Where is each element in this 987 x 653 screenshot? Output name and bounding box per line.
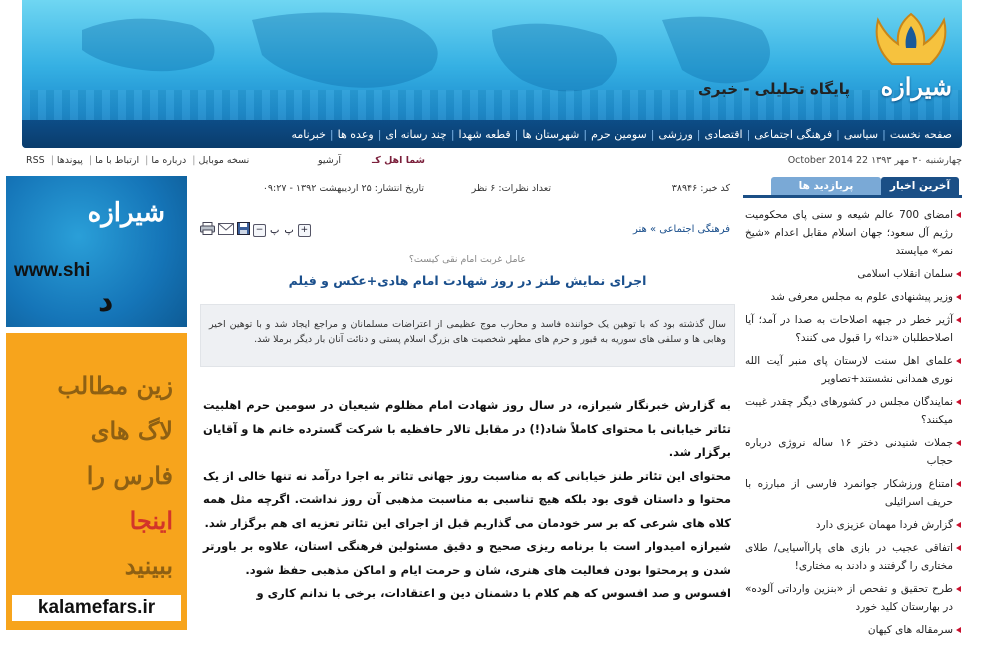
news-item[interactable]: علمای اهل سنت لارستان پای منبر آیت الله …	[743, 352, 962, 388]
news-item[interactable]: طرح تحقیق و تفحص از «بنزین وارداتی آلوده…	[743, 580, 962, 616]
news-item[interactable]: گزارش فردا مهمان عزیزی دارد	[743, 516, 962, 534]
main-nav: صفحه نخست | سیاسی | فرهنگی اجتماعی | اقتصاد…	[22, 120, 962, 148]
article-subtitle: عامل غربت امام نقی کیست؟	[408, 254, 527, 265]
nav-economy[interactable]: اقتصادی	[705, 128, 743, 141]
article-paragraph: به گزارش خبرنگار شیرازه، در سال روز شهاد…	[203, 398, 731, 459]
mobile-version-link[interactable]: نسخه موبایل	[199, 155, 250, 166]
breadcrumb[interactable]: فرهنگی اجتماعی » هنر	[633, 224, 730, 235]
latest-news-list: امضای 700 عالم شیعه و سنی پای محکومیت رژ…	[743, 206, 962, 644]
news-item[interactable]: آژیر خطر در جبهه اصلاحات به صدا در آمد؛ …	[743, 311, 962, 347]
article: کد خبر: ۳۸۹۴۶ تعداد نظرات: ۶ نظر تاریخ ا…	[200, 176, 735, 653]
article-paragraph: شیرازه امیدوار است با برنامه ریزی صحیح و…	[203, 539, 731, 577]
article-tools: − پ پ +	[200, 222, 311, 238]
nav-multimedia[interactable]: چند رسانه ای	[385, 128, 446, 141]
top-strip: چهارشنبه ۳۰ مهر ۱۳۹۳ 22 October 2014 شما…	[22, 152, 962, 172]
comment-count[interactable]: تعداد نظرات: ۶ نظر	[472, 183, 551, 194]
current-date: چهارشنبه ۳۰ مهر ۱۳۹۳ 22 October 2014	[787, 155, 962, 166]
ad2-line: فارس را	[86, 461, 173, 490]
nav-martyrs[interactable]: قطعه شهدا	[459, 128, 511, 141]
article-title: اجرای نمایش طنز در روز شهادت امام هادی+ع…	[288, 273, 647, 288]
font-label: پ	[284, 224, 294, 236]
ad2-line: زین مطالب	[57, 371, 173, 400]
email-icon[interactable]	[218, 222, 234, 238]
news-item[interactable]: وزیر پیشنهادی علوم به مجلس معرفی شد	[743, 288, 962, 306]
ad2-url: kalamefars.ir	[12, 595, 181, 621]
nav-promises[interactable]: وعده ها	[338, 128, 374, 141]
print-icon[interactable]	[200, 222, 215, 238]
ad2-line: لاگ های	[90, 416, 173, 445]
article-paragraph: افسوس و صد افسوس که هم کلام با دشمنان دی…	[256, 586, 731, 600]
nav-newsletter[interactable]: خبرنامه	[292, 128, 326, 141]
nav-home[interactable]: صفحه نخست	[890, 128, 952, 141]
links-link[interactable]: پیوندها	[57, 155, 83, 166]
utility-links: نسخه موبایل| درباره ما| ارتباط با ما| پی…	[26, 155, 250, 166]
news-item[interactable]: اتفاقی عجیب در بازی های پاراآسیایی/ طلای…	[743, 539, 962, 575]
nav-cities[interactable]: شهرستان ها	[522, 128, 579, 141]
news-item[interactable]: سلمان انقلاب اسلامی	[743, 265, 962, 283]
news-item[interactable]: نمایندگان مجلس در کشورهای دیگر چقدر غیبت…	[743, 393, 962, 429]
ad1-url: www.shi	[14, 260, 91, 281]
font-decrease-button[interactable]: −	[253, 223, 266, 237]
tab-underline	[743, 195, 962, 198]
banner-ad-shirazeh[interactable]: شیرازه www.shi د	[6, 176, 187, 327]
about-link[interactable]: درباره ما	[151, 155, 186, 166]
ad1-title: شیرازه	[87, 198, 165, 228]
nav-culture[interactable]: فرهنگی اجتماعی	[754, 128, 832, 141]
site-tagline: پایگاه تحلیلی - خبری	[698, 80, 850, 98]
site-header: شیرازه پایگاه تحلیلی - خبری صفحه نخست | س…	[22, 0, 962, 148]
article-paragraph: محتوای این تئاتر طنز خیابانی که به مناسب…	[203, 468, 731, 530]
banner-ad-kalamefars[interactable]: زین مطالب لاگ های فارس را اینجا ببینید k…	[6, 333, 187, 630]
news-code: کد خبر: ۳۸۹۴۶	[671, 183, 730, 194]
archive-link[interactable]: آرشیو	[318, 155, 341, 166]
ahl-link[interactable]: شما اهل کـ	[372, 155, 425, 166]
save-icon[interactable]	[237, 222, 250, 238]
logo-text[interactable]: شیرازه	[881, 72, 952, 101]
ad2-line-highlight: اینجا	[129, 506, 173, 535]
contact-link[interactable]: ارتباط با ما	[95, 155, 139, 166]
news-item[interactable]: امضای 700 عالم شیعه و سنی پای محکومیت رژ…	[743, 206, 962, 260]
ad2-text: زین مطالب لاگ های فارس را اینجا ببینید	[57, 363, 173, 588]
article-body: به گزارش خبرنگار شیرازه، در سال روز شهاد…	[203, 394, 731, 606]
article-lead: سال گذشته بود که با توهین یک خواننده فاس…	[200, 304, 735, 367]
rss-link[interactable]: RSS	[26, 155, 45, 166]
sidebar-tabs: آخرین اخبار پربازدید ها	[771, 177, 959, 195]
news-sidebar: آخرین اخبار پربازدید ها امضای 700 عالم ش…	[743, 176, 962, 653]
ad2-line: ببینید	[124, 551, 173, 580]
font-label: پ	[270, 224, 280, 236]
font-increase-button[interactable]: +	[297, 223, 311, 237]
tab-most-viewed[interactable]: پربازدید ها	[771, 177, 881, 195]
news-item[interactable]: سرمقاله های کیهان	[743, 621, 962, 639]
news-item[interactable]: امتناع ورزشکار جوانمرد فارسی از مبارزه ب…	[743, 475, 962, 511]
nav-sports[interactable]: ورزشی	[658, 128, 692, 141]
news-item[interactable]: جملات شنیدنی دختر ۱۶ ساله نروژی درباره ح…	[743, 434, 962, 470]
nav-third-shrine[interactable]: سومین حرم	[591, 128, 647, 141]
tab-latest-news[interactable]: آخرین اخبار	[881, 177, 959, 195]
nav-politics[interactable]: سیاسی	[844, 128, 878, 141]
publish-date: تاریخ انتشار: ۲۵ اردیبهشت ۱۳۹۲ - ۰۹:۲۷	[262, 183, 424, 194]
ad1-glyph: د	[98, 284, 114, 319]
